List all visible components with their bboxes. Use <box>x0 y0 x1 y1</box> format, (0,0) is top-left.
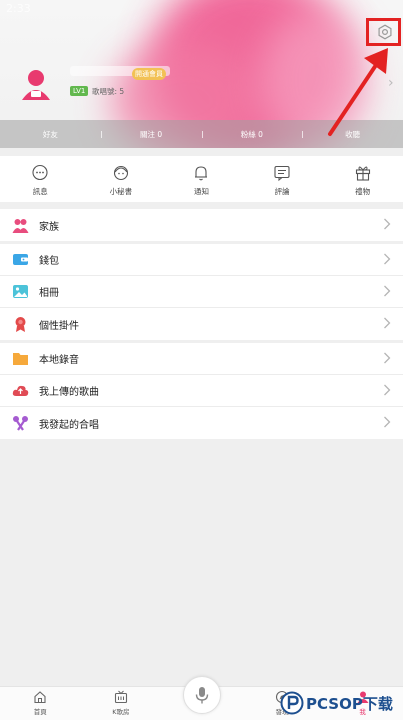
chevron-right-icon <box>384 285 391 297</box>
record-mic-button[interactable] <box>183 676 221 714</box>
chevron-right-icon <box>384 218 391 230</box>
quick-action-label: 禮物 <box>355 187 371 196</box>
menu-item-label: 我上傳的歌曲 <box>39 387 99 398</box>
quick-action-messages[interactable]: 訊息 <box>0 156 81 202</box>
chevron-right-icon <box>384 384 391 396</box>
menu-item-my-duets[interactable]: 我發起的合唱 <box>0 407 403 439</box>
menu-item-label: 個性掛件 <box>39 320 79 332</box>
folder-icon <box>13 353 28 365</box>
assistant-icon <box>113 165 128 181</box>
annotation-arrow-icon <box>328 48 388 136</box>
menu-item-label: 本地錄音 <box>39 355 79 366</box>
comment-icon <box>274 165 290 182</box>
gift-icon <box>355 166 370 181</box>
stat-fans[interactable]: 粉絲 0 <box>201 129 303 140</box>
quick-action-label: 訊息 <box>32 187 48 196</box>
song-id: 歌唱號: 5 <box>92 87 125 96</box>
chevron-right-icon <box>384 352 391 364</box>
status-time: 2:33 <box>6 2 31 15</box>
chat-bubble-icon <box>32 164 48 181</box>
avatar[interactable] <box>18 66 54 102</box>
stat-following[interactable]: 關注 0 <box>100 129 202 140</box>
cloud-upload-icon <box>12 385 29 396</box>
ktv-room-icon <box>114 690 127 704</box>
menu-item-family[interactable]: 家族 <box>0 209 403 241</box>
chevron-right-icon <box>384 416 391 428</box>
chevron-right-icon <box>384 317 391 329</box>
home-icon <box>34 691 46 704</box>
quick-action-notifications[interactable]: 通知 <box>161 156 242 202</box>
quick-actions: 訊息 小秘書 通知 評論 禮物 <box>0 156 403 202</box>
quick-action-label: 通知 <box>193 187 209 196</box>
tab-label: K歌房 <box>112 708 130 716</box>
menu-item-uploaded-songs[interactable]: 我上傳的歌曲 <box>0 375 403 407</box>
menu-item-label: 錢包 <box>39 256 59 267</box>
bell-icon <box>195 166 208 181</box>
album-icon <box>13 285 28 298</box>
vip-badge[interactable]: 開通會員 <box>132 68 166 80</box>
menu-group-songs: 本地錄音 我上傳的歌曲 我發起的合唱 <box>0 343 403 439</box>
tab-home[interactable]: 首頁 <box>0 687 81 720</box>
menu-group-family: 家族 <box>0 209 403 241</box>
badge-icon <box>15 316 26 332</box>
quick-action-label: 評論 <box>274 187 290 196</box>
menu-item-wallet[interactable]: 錢包 <box>0 244 403 276</box>
quick-action-assistant[interactable]: 小秘書 <box>81 156 162 202</box>
quick-action-gifts[interactable]: 禮物 <box>322 156 403 202</box>
wallet-icon <box>13 254 28 265</box>
tab-label: 首頁 <box>33 708 47 716</box>
family-icon <box>12 218 29 233</box>
menu-item-album[interactable]: 相冊 <box>0 276 403 308</box>
mic-icon <box>195 687 209 704</box>
menu-item-label: 相冊 <box>39 288 59 299</box>
watermark: PCSOP下载 <box>280 686 403 720</box>
level-badge: LV1 <box>70 86 89 96</box>
menu-item-label: 我發起的合唱 <box>39 419 99 431</box>
stat-friends[interactable]: 好友 <box>0 129 101 140</box>
menu-item-pendants[interactable]: 個性掛件 <box>0 308 403 340</box>
settings-highlight-box <box>366 18 401 46</box>
menu-group-account: 錢包 相冊 個性掛件 <box>0 244 403 340</box>
duet-icon <box>13 415 28 431</box>
watermark-text: PCSOP下载 <box>306 694 393 713</box>
quick-action-comments[interactable]: 評論 <box>242 156 323 202</box>
watermark-logo-icon <box>280 691 304 715</box>
quick-action-label: 小秘書 <box>109 187 133 196</box>
menu-item-label: 家族 <box>39 221 59 233</box>
menu-item-local-recordings[interactable]: 本地錄音 <box>0 343 403 375</box>
chevron-right-icon <box>384 253 391 265</box>
tab-ktv-room[interactable]: K歌房 <box>81 687 162 720</box>
